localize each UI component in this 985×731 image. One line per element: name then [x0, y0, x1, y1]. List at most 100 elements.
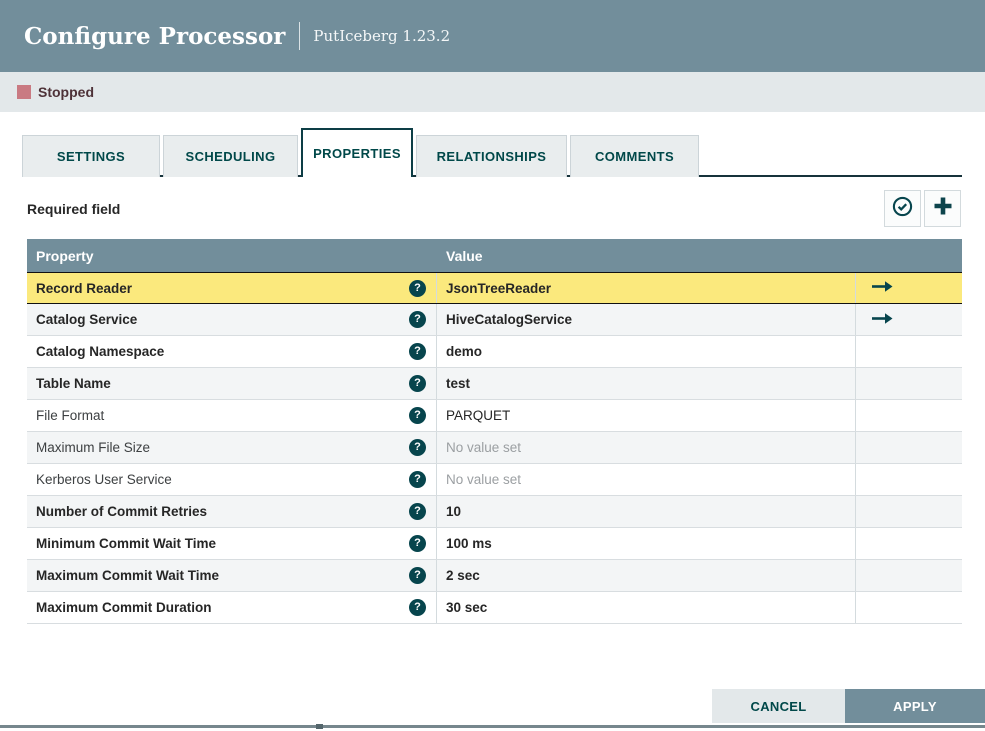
property-value-cell[interactable]: 10	[437, 496, 856, 527]
tab-label: RELATIONSHIPS	[436, 149, 547, 164]
tab-relationships[interactable]: RELATIONSHIPS	[416, 135, 567, 177]
property-row[interactable]: Table Name ? test	[27, 368, 962, 400]
property-value: PARQUET	[446, 408, 511, 423]
verify-properties-button[interactable]	[884, 190, 921, 227]
controller-service-link-cell	[856, 592, 962, 623]
controller-service-link-cell	[856, 273, 962, 303]
tab-settings[interactable]: SETTINGS	[22, 135, 160, 177]
property-name-cell: Catalog Service ?	[27, 304, 437, 335]
controller-service-link-cell	[856, 496, 962, 527]
help-icon[interactable]: ?	[409, 471, 426, 488]
tab-label: SETTINGS	[56, 149, 126, 164]
property-name: File Format	[36, 408, 105, 423]
property-value: No value set	[446, 440, 522, 455]
property-row[interactable]: Number of Commit Retries ? 10	[27, 496, 962, 528]
help-icon[interactable]: ?	[409, 567, 426, 584]
property-name: Catalog Namespace	[36, 344, 165, 359]
column-header-property: Property	[36, 247, 94, 264]
apply-button[interactable]: APPLY	[845, 689, 985, 723]
tab-properties[interactable]: PROPERTIES	[301, 128, 413, 177]
help-icon[interactable]: ?	[409, 503, 426, 520]
property-name: Catalog Service	[36, 312, 138, 327]
property-value: 10	[446, 504, 462, 519]
help-icon[interactable]: ?	[409, 279, 426, 297]
property-value-cell[interactable]: No value set	[437, 464, 856, 495]
property-name: Maximum Commit Wait Time	[36, 568, 220, 583]
property-value: 100 ms	[446, 536, 492, 551]
property-name-cell: Maximum Commit Wait Time ?	[27, 560, 437, 591]
tab-label: SCHEDULING	[185, 149, 276, 164]
controller-service-link-cell	[856, 368, 962, 399]
column-header-value: Value	[446, 247, 483, 264]
required-field-legend: Required field	[27, 201, 121, 217]
property-row[interactable]: Minimum Commit Wait Time ? 100 ms	[27, 528, 962, 560]
controller-service-link-cell	[856, 336, 962, 367]
canvas-edge-line	[0, 725, 985, 728]
property-name: Table Name	[36, 376, 111, 391]
property-name-cell: Catalog Namespace ?	[27, 336, 437, 367]
plus-icon	[932, 195, 954, 222]
property-name: Number of Commit Retries	[36, 504, 208, 519]
property-value-cell[interactable]: HiveCatalogService	[437, 304, 856, 335]
property-row[interactable]: Maximum File Size ? No value set	[27, 432, 962, 464]
properties-table-body: Record Reader ? JsonTreeReader Catalog S…	[27, 272, 962, 624]
add-property-button[interactable]	[924, 190, 961, 227]
tab-comments[interactable]: COMMENTS	[570, 135, 699, 177]
property-value: demo	[446, 344, 483, 359]
check-circle-icon	[891, 195, 914, 223]
controller-service-link-cell	[856, 464, 962, 495]
canvas-edge-tick	[316, 724, 323, 729]
properties-table: Property Value Record Reader ? JsonTreeR…	[27, 239, 962, 624]
property-value: No value set	[446, 472, 522, 487]
property-value-cell[interactable]: PARQUET	[437, 400, 856, 431]
go-to-service-arrow-icon[interactable]	[871, 312, 894, 328]
property-value-cell[interactable]: 100 ms	[437, 528, 856, 559]
property-name: Kerberos User Service	[36, 472, 172, 487]
tab-label: COMMENTS	[594, 149, 675, 164]
property-name-cell: File Format ?	[27, 400, 437, 431]
tab-label: PROPERTIES	[313, 146, 401, 161]
help-icon[interactable]: ?	[409, 407, 426, 424]
stopped-status-icon	[17, 85, 31, 99]
property-value-cell[interactable]: 30 sec	[437, 592, 856, 623]
property-name: Record Reader	[36, 280, 133, 296]
title-divider	[299, 22, 301, 50]
property-row[interactable]: File Format ? PARQUET	[27, 400, 962, 432]
property-value-cell[interactable]: demo	[437, 336, 856, 367]
property-row[interactable]: Record Reader ? JsonTreeReader	[27, 272, 962, 304]
property-name-cell: Maximum File Size ?	[27, 432, 437, 463]
property-value-cell[interactable]: 2 sec	[437, 560, 856, 591]
property-name: Maximum Commit Duration	[36, 600, 212, 615]
property-value-cell[interactable]: JsonTreeReader	[437, 273, 856, 303]
property-value-cell[interactable]: No value set	[437, 432, 856, 463]
property-value: HiveCatalogService	[446, 312, 573, 327]
property-row[interactable]: Catalog Namespace ? demo	[27, 336, 962, 368]
property-row[interactable]: Kerberos User Service ? No value set	[27, 464, 962, 496]
go-to-service-arrow-icon[interactable]	[871, 280, 894, 296]
controller-service-link-cell	[856, 560, 962, 591]
property-row[interactable]: Maximum Commit Wait Time ? 2 sec	[27, 560, 962, 592]
dialog-header: Configure Processor PutIceberg 1.23.2	[0, 0, 985, 72]
help-icon[interactable]: ?	[409, 599, 426, 616]
controller-service-link-cell	[856, 528, 962, 559]
property-name-cell: Kerberos User Service ?	[27, 464, 437, 495]
help-icon[interactable]: ?	[409, 375, 426, 392]
property-value: 2 sec	[446, 568, 480, 583]
help-icon[interactable]: ?	[409, 343, 426, 360]
controller-service-link-cell	[856, 400, 962, 431]
status-label: Stopped	[38, 84, 94, 100]
help-icon[interactable]: ?	[409, 439, 426, 456]
property-name-cell: Maximum Commit Duration ?	[27, 592, 437, 623]
tab-scheduling[interactable]: SCHEDULING	[163, 135, 298, 177]
property-name: Minimum Commit Wait Time	[36, 536, 217, 551]
property-row[interactable]: Catalog Service ? HiveCatalogService	[27, 304, 962, 336]
help-icon[interactable]: ?	[409, 311, 426, 328]
cancel-button[interactable]: CANCEL	[712, 689, 845, 723]
property-value-cell[interactable]: test	[437, 368, 856, 399]
property-row[interactable]: Maximum Commit Duration ? 30 sec	[27, 592, 962, 624]
status-bar: Stopped	[0, 72, 985, 112]
help-icon[interactable]: ?	[409, 535, 426, 552]
controller-service-link-cell	[856, 304, 962, 335]
property-value: 30 sec	[446, 600, 488, 615]
controller-service-link-cell	[856, 432, 962, 463]
